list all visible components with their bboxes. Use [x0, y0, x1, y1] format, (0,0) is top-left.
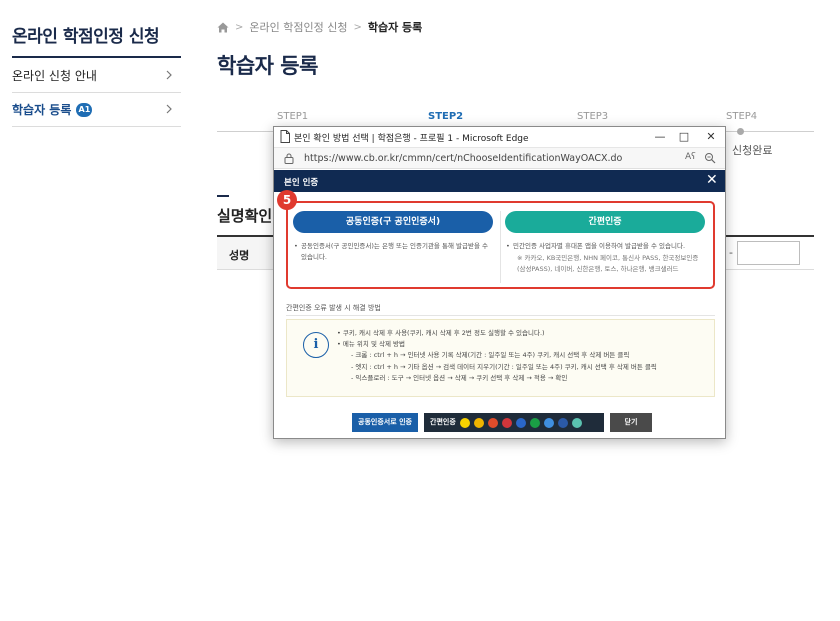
provider-logo-icon: [558, 418, 568, 428]
page-title: 학습자 등록: [217, 54, 318, 78]
bullet-icon: •: [506, 242, 510, 250]
simple-login-button[interactable]: 간편인증: [424, 413, 604, 432]
breadcrumb-current: 학습자 등록: [367, 21, 423, 34]
sidebar-item-online-apply-guide[interactable]: 온라인 신청 안내: [12, 59, 181, 93]
breadcrumb-separator: >: [235, 21, 244, 33]
dialog-header: 본인 인증 ✕: [274, 170, 725, 192]
window-titlebar: 본인 확인 방법 선택 | 학점은행 - 프로필 1 - Microsoft E…: [274, 127, 725, 147]
simple-auth-desc-text: 민간인증 사업자별 휴대폰 앱을 이용하여 발급받을 수 있습니다.: [513, 242, 686, 250]
cert-auth-description: • 공동인증서(구 공인인증서)는 은행 또는 인증기관을 통해 발급받을 수 …: [293, 241, 493, 263]
zoom-icon[interactable]: [704, 152, 716, 164]
chevron-right-icon: [166, 70, 172, 80]
provider-logo-icon: [544, 418, 554, 428]
form-dash: -: [729, 246, 733, 259]
read-aloud-icon[interactable]: Aʕ: [685, 152, 696, 162]
column-divider: [500, 211, 501, 283]
help-line: • 쿠키, 캐시 삭제 후 사용(쿠키, 캐시 삭제 후 2번 정도 실행할 수…: [337, 329, 545, 337]
step-3-label: STEP3: [577, 111, 609, 122]
provider-logo-icon: [488, 418, 498, 428]
step-1-label: STEP1: [277, 111, 309, 122]
help-line: - 엣지 : ctrl + h → 기타 옵션 → 검색 데이터 지우기(기간 …: [351, 362, 657, 371]
help-line-text: 메뉴 위치 및 삭제 방법: [342, 340, 405, 349]
simple-auth-column: 간편인증 • 민간인증 사업자별 휴대폰 앱을 이용하여 발급받을 수 있습니다…: [505, 211, 707, 283]
minimize-icon[interactable]: —: [652, 129, 668, 145]
chevron-right-icon: [166, 104, 172, 114]
id-number-input[interactable]: [737, 241, 800, 265]
window-title: 본인 확인 방법 선택 | 학점은행 - 프로필 1 - Microsoft E…: [294, 134, 529, 144]
provider-logo-icon: [474, 418, 484, 428]
help-line: - 익스플로러 : 도구 → 인터넷 옵션 → 삭제 → 쿠키 선택 후 삭제 …: [351, 373, 568, 382]
provider-logo-icon: [460, 418, 470, 428]
step-4-status: 신청완료: [732, 144, 773, 157]
sidebar-item-label: 학습자 등록: [12, 103, 72, 117]
identity-verification-popup: 본인 확인 방법 선택 | 학점은행 - 프로필 1 - Microsoft E…: [273, 126, 726, 439]
sidebar-item-learner-registration[interactable]: 학습자 등록 A1: [12, 93, 181, 127]
cert-auth-button[interactable]: 공동인증(구 공인인증서): [293, 211, 493, 233]
close-button[interactable]: 닫기: [610, 413, 652, 432]
simple-login-label: 간편인증: [430, 418, 456, 426]
breadcrumb-separator: >: [353, 21, 362, 33]
simple-auth-provider-note: ※ 카카오, KB국민은행, NHN 페이코, 통신사 PASS, 한국정보인증…: [517, 254, 699, 273]
error-help-box: i • 쿠키, 캐시 삭제 후 사용(쿠키, 캐시 삭제 후 2번 정도 실행할…: [286, 319, 715, 397]
error-help-lines: • 쿠키, 캐시 삭제 후 사용(쿠키, 캐시 삭제 후 2번 정도 실행할 수…: [337, 328, 707, 384]
simple-auth-button[interactable]: 간편인증: [505, 211, 705, 233]
step-4-label: STEP4: [726, 111, 758, 122]
a1-badge: A1: [76, 102, 93, 117]
maximize-icon[interactable]: □: [676, 129, 692, 145]
dialog-close-icon[interactable]: ✕: [706, 172, 718, 188]
window-close-icon[interactable]: ✕: [703, 129, 719, 145]
dialog-title: 본인 인증: [284, 178, 319, 188]
breadcrumb-item[interactable]: 온라인 학점인정 신청: [249, 19, 347, 35]
cert-auth-column: 공동인증(구 공인인증서) • 공동인증서(구 공인인증서)는 은행 또는 인증…: [293, 211, 495, 283]
help-line: • 메뉴 위치 및 삭제 방법: [337, 340, 405, 349]
provider-logo-icon: [572, 418, 582, 428]
help-line: - 크롬 : ctrl + h → 인터넷 사용 기록 삭제(기간 : 일주일 …: [351, 351, 630, 360]
provider-logo-icon: [516, 418, 526, 428]
sidebar-divider: [12, 56, 181, 58]
step-4-dot: [737, 128, 744, 135]
lock-icon[interactable]: [284, 153, 294, 164]
highlight-box: 공동인증(구 공인인증서) • 공동인증서(구 공인인증서)는 은행 또는 인증…: [286, 201, 715, 289]
provider-logo-icon: [530, 418, 540, 428]
provider-logo-icon: [502, 418, 512, 428]
sidebar-item-label: 온라인 신청 안내: [12, 69, 97, 83]
bullet-icon: •: [294, 242, 298, 250]
page-icon: [280, 130, 290, 143]
simple-auth-description: • 민간인증 사업자별 휴대폰 앱을 이용하여 발급받을 수 있습니다.: [505, 241, 705, 252]
name-label: 성명: [229, 249, 250, 262]
step-2-label: STEP2: [428, 111, 464, 122]
section-title: 실명확인: [217, 207, 273, 225]
cert-login-button[interactable]: 공동인증서로 인증: [352, 413, 418, 432]
section-accent: [217, 195, 229, 197]
sidebar-title: 온라인 학점인정 신청: [12, 27, 160, 47]
error-help-divider: [286, 315, 715, 316]
info-icon: i: [303, 332, 329, 358]
home-icon[interactable]: [217, 22, 229, 33]
error-help-heading: 간편인증 오류 발생 시 해결 방법: [286, 304, 381, 312]
cert-auth-desc-text: 공동인증서(구 공인인증서)는 은행 또는 인증기관을 통해 발급받을 수 있습…: [301, 242, 488, 261]
help-line-text: 쿠키, 캐시 삭제 후 사용(쿠키, 캐시 삭제 후 2번 정도 실행할 수 있…: [342, 329, 545, 337]
callout-step-badge: 5: [277, 190, 297, 210]
breadcrumb: > 온라인 학점인정 신청 > 학습자 등록: [217, 19, 422, 35]
address-bar[interactable]: https://www.cb.or.kr/cmmn/cert/nChooseId…: [274, 147, 725, 169]
address-url[interactable]: https://www.cb.or.kr/cmmn/cert/nChooseId…: [304, 153, 622, 164]
